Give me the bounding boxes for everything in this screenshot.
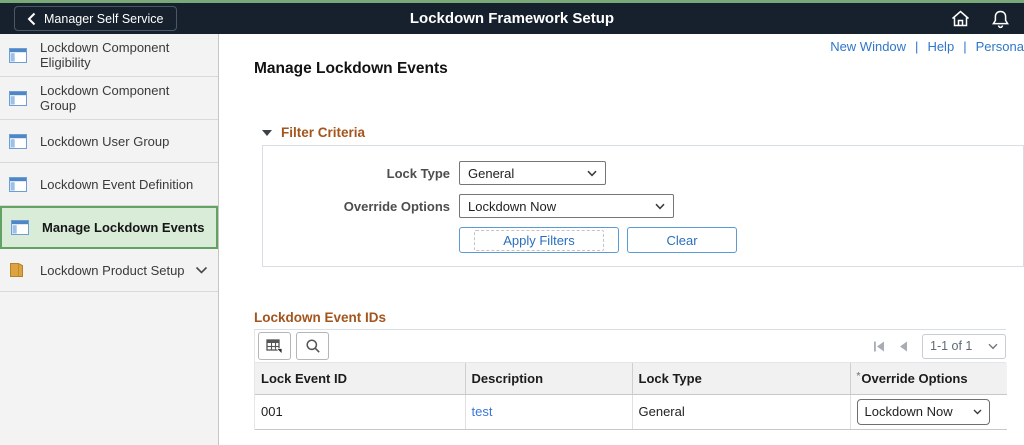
sidebar-item-lockdown-component-group[interactable]: Lockdown Component Group	[0, 77, 218, 120]
page-title: Manage Lockdown Events	[254, 60, 448, 77]
personalize-link[interactable]: Persona	[976, 39, 1024, 54]
sidebar-item-label: Lockdown Component Group	[40, 83, 170, 113]
grid-section-title: Lockdown Event IDs	[254, 310, 387, 325]
cell-lock-type: General	[632, 394, 851, 430]
component-window-icon	[11, 220, 29, 235]
table-row: 001 test General Lockdown Now	[255, 394, 1007, 430]
grid-search-button[interactable]	[296, 332, 329, 360]
chevron-down-icon	[988, 343, 998, 350]
collapse-triangle-icon	[262, 129, 272, 136]
notifications-bell-icon[interactable]	[991, 9, 1010, 29]
column-header-lock-event-id: Lock Event ID	[255, 363, 466, 395]
grid-action-menu-button[interactable]	[258, 332, 291, 360]
chevron-down-icon	[587, 170, 597, 177]
required-field-marker: *	[856, 370, 861, 382]
cell-lock-event-id: 001	[255, 394, 466, 430]
row-override-selected-value: Lockdown Now	[864, 404, 953, 419]
sidebar-item-label: Lockdown Event Definition	[40, 176, 194, 192]
lock-type-select[interactable]: General	[459, 161, 606, 185]
sidebar-item-label: Manage Lockdown Events	[42, 220, 205, 235]
description-link[interactable]: test	[472, 404, 493, 419]
override-options-label: Override Options	[343, 198, 450, 214]
sidebar-item-label: Lockdown Component Eligibility	[40, 40, 170, 70]
sidebar-item-lockdown-product-setup[interactable]: Lockdown Product Setup	[0, 249, 218, 292]
component-window-icon	[9, 90, 27, 106]
lock-type-selected-value: General	[468, 165, 515, 181]
sidebar-item-lockdown-event-definition[interactable]: Lockdown Event Definition	[0, 163, 218, 206]
grid-action-menu-icon	[266, 338, 283, 354]
column-header-override-options: *Override Options	[850, 363, 1007, 395]
component-window-icon	[9, 47, 27, 63]
column-header-description: Description	[465, 363, 633, 395]
chevron-down-icon[interactable]	[195, 266, 208, 274]
sidebar: Lockdown Component Eligibility Lockdown …	[0, 34, 219, 445]
pagination-range-value: 1-1 of 1	[930, 339, 973, 353]
cell-override-options: Lockdown Now	[850, 394, 1007, 430]
override-options-selected-value: Lockdown Now	[468, 198, 557, 214]
first-page-icon[interactable]	[873, 341, 885, 352]
lockdown-event-ids-section: Lockdown Event IDs 1-1 of 1 Lock Event I…	[254, 310, 1024, 430]
chevron-down-icon	[973, 409, 982, 415]
filter-criteria-panel: Lock Type General Override Options Lockd…	[262, 145, 1024, 267]
grid-toolbar: 1-1 of 1	[255, 330, 1006, 363]
back-button[interactable]: Manager Self Service	[14, 6, 177, 31]
filter-criteria-toggle[interactable]: Filter Criteria	[262, 125, 1024, 140]
sidebar-item-lockdown-user-group[interactable]: Lockdown User Group	[0, 120, 218, 163]
chevron-down-icon	[655, 203, 665, 210]
sidebar-item-manage-lockdown-events[interactable]: Manage Lockdown Events	[0, 206, 218, 249]
component-window-icon	[9, 176, 27, 192]
previous-page-icon[interactable]	[899, 341, 908, 352]
filter-criteria-section: Filter Criteria Lock Type General Overri…	[262, 125, 1024, 267]
row-override-options-select[interactable]: Lockdown Now	[856, 398, 990, 425]
component-window-icon	[9, 133, 27, 149]
grid-pagination: 1-1 of 1	[873, 333, 1006, 359]
folder-icon	[9, 262, 27, 278]
lock-type-label: Lock Type	[386, 165, 450, 181]
sidebar-item-label: Lockdown User Group	[40, 133, 170, 149]
main-content: New Window | Help | Persona Manage Lockd…	[219, 34, 1024, 445]
app-header: Manager Self Service Lockdown Framework …	[0, 3, 1024, 34]
cell-description: test	[465, 394, 633, 430]
apply-filters-button[interactable]: Apply Filters	[459, 227, 619, 253]
link-separator: |	[915, 38, 919, 54]
back-chevron-icon	[27, 12, 36, 26]
column-header-lock-type: Lock Type	[632, 363, 851, 395]
home-icon[interactable]	[950, 9, 971, 28]
filter-criteria-title: Filter Criteria	[281, 125, 366, 140]
lockdown-events-table: Lock Event ID Description Lock Type *Ove…	[255, 363, 1007, 430]
override-options-select[interactable]: Lockdown Now	[459, 194, 674, 218]
table-header-row: Lock Event ID Description Lock Type *Ove…	[255, 363, 1007, 395]
clear-button[interactable]: Clear	[627, 227, 737, 253]
utility-links: New Window | Help | Persona	[254, 37, 1024, 55]
sidebar-item-label: Lockdown Product Setup	[40, 262, 185, 278]
grid-container: 1-1 of 1 Lock Event ID Description Lock …	[254, 329, 1007, 430]
new-window-link[interactable]: New Window	[830, 39, 906, 54]
search-icon	[305, 338, 321, 354]
back-button-label: Manager Self Service	[44, 11, 164, 26]
help-link[interactable]: Help	[927, 39, 954, 54]
apply-filters-label: Apply Filters	[474, 229, 604, 251]
clear-label: Clear	[666, 232, 698, 248]
pagination-range-select[interactable]: 1-1 of 1	[922, 333, 1006, 359]
link-separator: |	[963, 38, 967, 54]
sidebar-item-lockdown-component-eligibility[interactable]: Lockdown Component Eligibility	[0, 34, 218, 77]
